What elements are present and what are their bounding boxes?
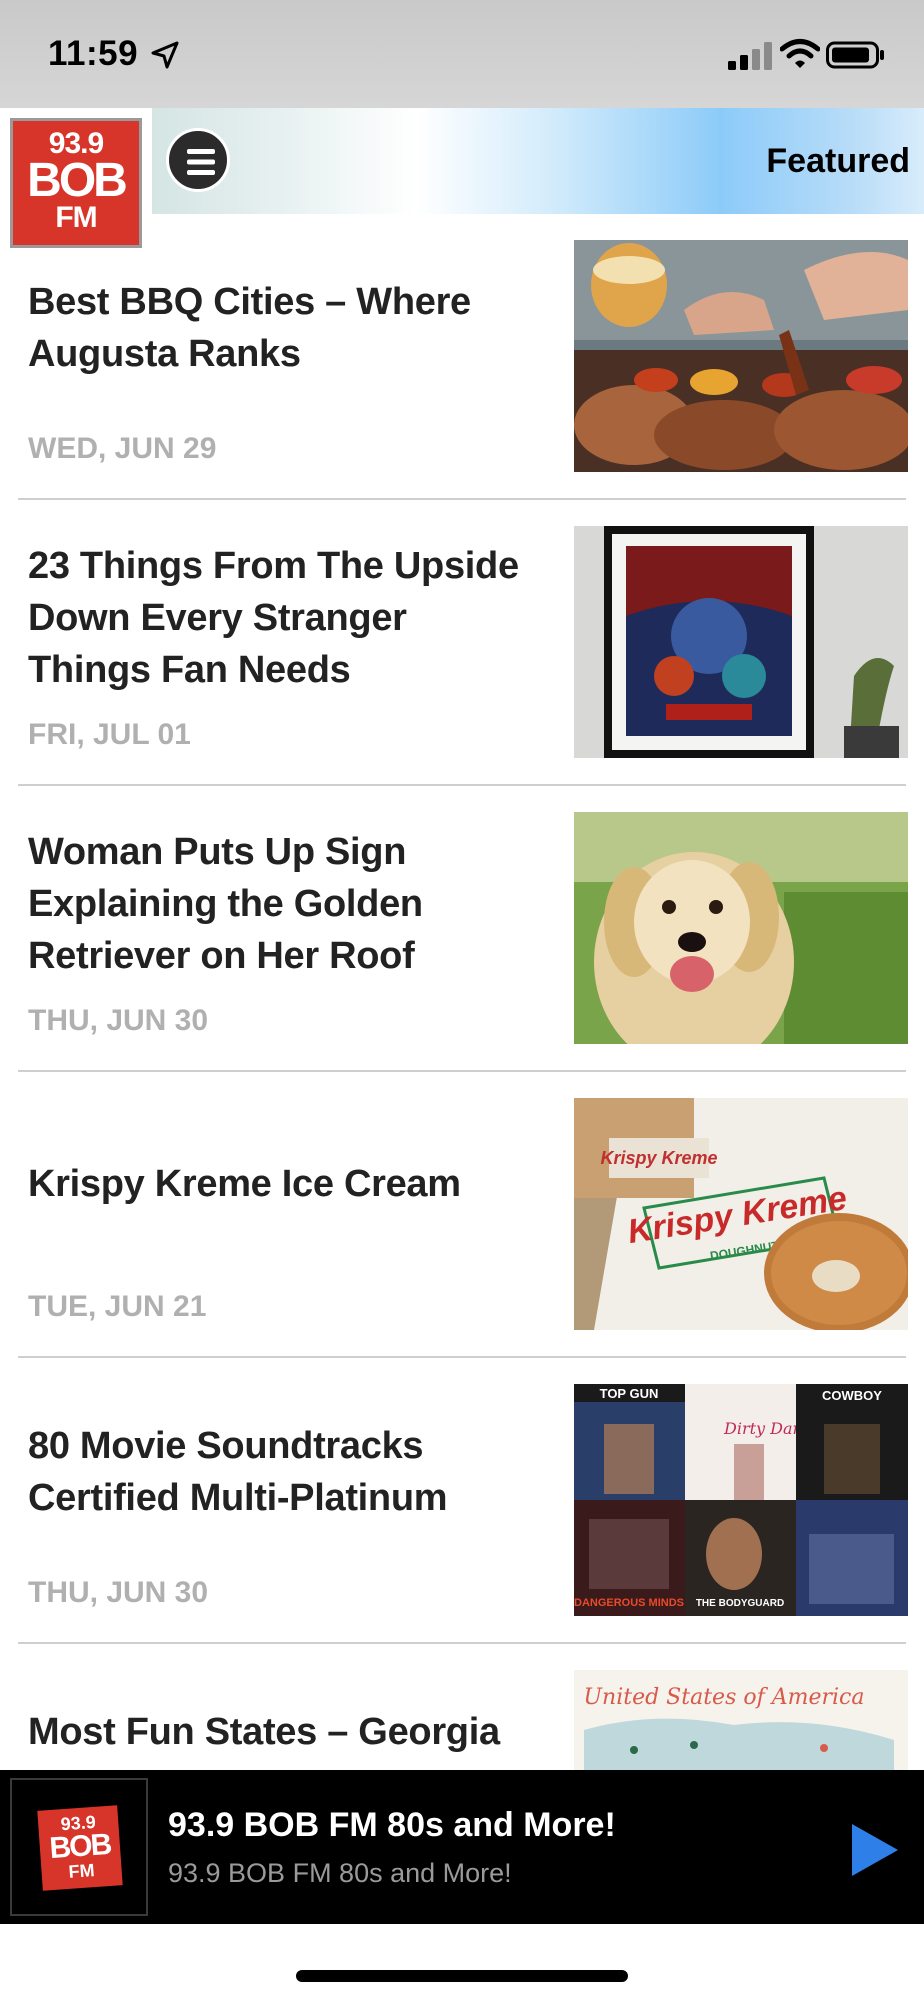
home-bar-area bbox=[0, 1924, 924, 2000]
article-title[interactable]: Woman Puts Up Sign Explaining the Golden… bbox=[28, 826, 538, 982]
article-thumbnail[interactable] bbox=[574, 526, 908, 758]
article-thumbnail[interactable] bbox=[574, 812, 908, 1044]
thumb-text: COWBOY bbox=[822, 1388, 882, 1403]
article-thumbnail[interactable]: United States of America bbox=[574, 1670, 908, 1770]
article-item[interactable]: Most Fun States – Georgia United States … bbox=[18, 1644, 908, 1770]
golden-retriever-image bbox=[574, 812, 908, 1044]
cellular-signal-icon bbox=[728, 42, 772, 70]
article-thumbnail[interactable] bbox=[574, 240, 908, 472]
article-date: THU, JUN 30 bbox=[28, 1004, 209, 1037]
location-arrow-icon bbox=[151, 41, 179, 69]
player-subtitle: 93.9 BOB FM 80s and More! bbox=[168, 1858, 512, 1888]
article-item[interactable]: Best BBQ Cities – Where Augusta Ranks WE… bbox=[18, 214, 908, 500]
station-logo[interactable]: 93.9 BOB FM bbox=[0, 108, 152, 254]
stranger-things-poster-image bbox=[574, 526, 908, 758]
thumb-text: DANGEROUS MINDS bbox=[574, 1597, 684, 1609]
mini-player[interactable]: 93.9 BOB FM 93.9 BOB FM 80s and More! 93… bbox=[0, 1770, 924, 1924]
thumb-text: TOP GUN bbox=[600, 1386, 659, 1401]
soundtrack-covers-image: TOP GUN Dirty Dancing COWBOY DANGEROUS M… bbox=[574, 1384, 908, 1616]
article-thumbnail[interactable]: Krispy Kreme Krispy Kreme DOUGHNUTS bbox=[574, 1098, 908, 1330]
article-thumbnail[interactable]: TOP GUN Dirty Dancing COWBOY DANGEROUS M… bbox=[574, 1384, 908, 1616]
article-feed[interactable]: Best BBQ Cities – Where Augusta Ranks WE… bbox=[0, 214, 924, 1770]
article-item[interactable]: 80 Movie Soundtracks Certified Multi-Pla… bbox=[18, 1358, 908, 1644]
bob-fm-logo: 93.9 BOB FM bbox=[37, 1805, 123, 1891]
article-item[interactable]: 23 Things From The Upside Down Every Str… bbox=[18, 500, 908, 786]
article-item[interactable]: Krispy Kreme Ice Cream TUE, JUN 21 Krisp… bbox=[18, 1072, 908, 1358]
bbq-platter-image bbox=[574, 240, 908, 472]
battery-icon bbox=[826, 41, 884, 69]
article-title[interactable]: Best BBQ Cities – Where Augusta Ranks bbox=[28, 276, 538, 380]
article-date: WED, JUN 29 bbox=[28, 432, 217, 465]
article-title[interactable]: 23 Things From The Upside Down Every Str… bbox=[28, 540, 538, 696]
status-bar: 11:59 bbox=[0, 0, 924, 108]
article-title[interactable]: 80 Movie Soundtracks Certified Multi-Pla… bbox=[28, 1420, 538, 1524]
article-title[interactable]: Most Fun States – Georgia bbox=[28, 1706, 538, 1758]
player-title: 93.9 BOB FM 80s and More! bbox=[168, 1806, 616, 1844]
article-date: FRI, JUL 01 bbox=[28, 718, 191, 751]
wifi-icon bbox=[780, 39, 820, 68]
play-icon[interactable] bbox=[848, 1822, 900, 1878]
status-time: 11:59 bbox=[48, 34, 139, 73]
article-date: TUE, JUN 21 bbox=[28, 1290, 207, 1323]
thumb-text: THE BODYGUARD bbox=[696, 1598, 784, 1609]
krispy-kreme-donut-image: Krispy Kreme Krispy Kreme DOUGHNUTS bbox=[574, 1098, 908, 1330]
page-title: Featured bbox=[766, 142, 910, 180]
bob-fm-logo: 93.9 BOB FM bbox=[10, 118, 142, 248]
thumb-text: Krispy Kreme bbox=[600, 1148, 717, 1168]
article-date: THU, JUN 30 bbox=[28, 1576, 209, 1609]
home-indicator[interactable] bbox=[296, 1970, 628, 1982]
thumb-text: United States of America bbox=[584, 1685, 865, 1710]
united-states-map-image: United States of America bbox=[574, 1670, 908, 1770]
article-item[interactable]: Woman Puts Up Sign Explaining the Golden… bbox=[18, 786, 908, 1072]
menu-button[interactable] bbox=[166, 128, 230, 192]
article-title[interactable]: Krispy Kreme Ice Cream bbox=[28, 1158, 538, 1210]
player-artwork: 93.9 BOB FM bbox=[10, 1778, 148, 1916]
hamburger-menu-icon bbox=[187, 149, 215, 175]
